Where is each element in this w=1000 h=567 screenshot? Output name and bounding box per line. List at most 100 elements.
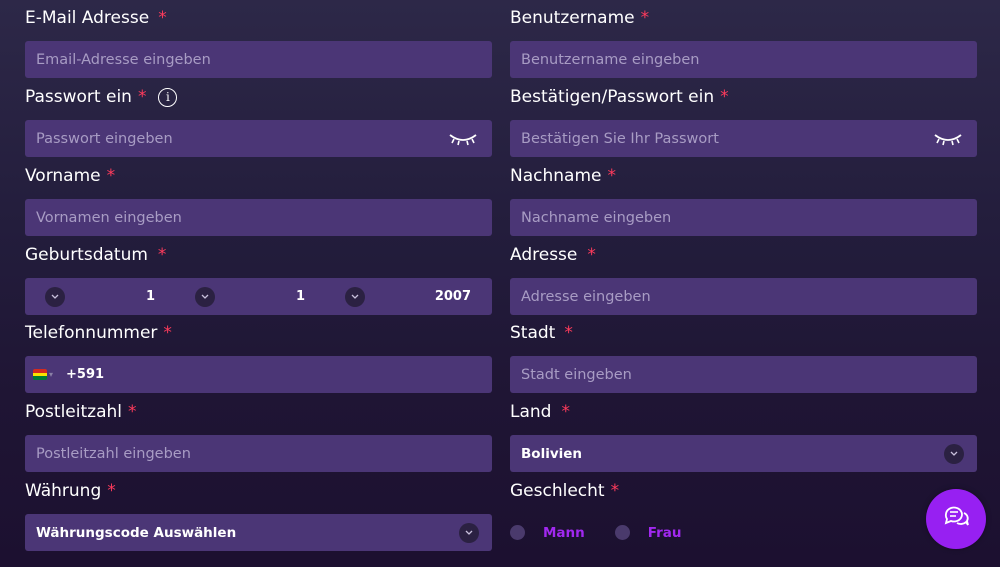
password-placeholder: Passwort eingeben xyxy=(36,130,173,147)
radio-button[interactable] xyxy=(510,525,525,540)
currency-field-group: Währung * Währungscode Auswählen xyxy=(25,480,492,551)
address-label-text: Adresse xyxy=(510,245,578,265)
email-field-group: E-Mail Adresse * Email-Adresse eingeben xyxy=(25,7,492,78)
last-name-input[interactable]: Nachname eingeben xyxy=(510,199,977,236)
last-name-label-text: Nachname xyxy=(510,166,602,186)
username-label-text: Benutzername xyxy=(510,8,635,28)
password-field-group: Passwort ein * i Passwort eingeben xyxy=(25,86,492,157)
required-marker: * xyxy=(137,87,147,107)
phone-field-group: Telefonnummer * ▾ +591 xyxy=(25,322,492,393)
radio-label[interactable]: Frau xyxy=(648,525,682,541)
required-marker: * xyxy=(564,323,573,343)
username-field-group: Benutzername * Benutzername eingeben xyxy=(510,7,977,78)
birthdate-label: Geburtsdatum * xyxy=(25,244,492,266)
postal-code-input[interactable]: Postleitzahl eingeben xyxy=(25,435,492,472)
first-name-label-text: Vorname xyxy=(25,166,101,186)
first-name-input[interactable]: Vornamen eingeben xyxy=(25,199,492,236)
email-placeholder: Email-Adresse eingeben xyxy=(36,51,211,68)
required-marker: * xyxy=(720,87,729,107)
confirm-password-label: Bestätigen/Passwort ein * xyxy=(510,86,977,108)
city-input[interactable]: Stadt eingeben xyxy=(510,356,977,393)
eye-closed-icon[interactable] xyxy=(448,132,478,146)
confirm-password-placeholder: Bestätigen Sie Ihr Passwort xyxy=(521,130,719,147)
required-marker: * xyxy=(163,323,172,343)
chevron-down-icon[interactable] xyxy=(45,286,65,307)
country-value: Bolivien xyxy=(521,445,583,462)
required-marker: * xyxy=(587,245,596,265)
confirm-password-field-group: Bestätigen/Passwort ein * Bestätigen Sie… xyxy=(510,86,977,157)
phone-input[interactable]: ▾ +591 xyxy=(25,356,492,393)
required-marker: * xyxy=(640,8,650,28)
required-marker: * xyxy=(610,481,620,501)
city-label: Stadt * xyxy=(510,322,977,344)
chevron-down-icon[interactable] xyxy=(944,443,964,464)
postal-code-field-group: Postleitzahl * Postleitzahl eingeben xyxy=(25,401,492,472)
gender-radio-group: Mann Frau xyxy=(510,514,977,551)
username-input[interactable]: Benutzername eingeben xyxy=(510,41,977,78)
chevron-down-icon[interactable] xyxy=(345,286,365,307)
day-select[interactable]: 1 xyxy=(25,278,175,315)
address-input[interactable]: Adresse eingeben xyxy=(510,278,977,315)
currency-label-text: Währung xyxy=(25,481,102,501)
password-label: Passwort ein * i xyxy=(25,86,492,108)
country-select[interactable]: Bolivien xyxy=(510,435,977,472)
last-name-placeholder: Nachname eingeben xyxy=(521,209,672,226)
city-placeholder: Stadt eingeben xyxy=(521,366,632,383)
chevron-down-icon[interactable] xyxy=(459,522,479,543)
currency-label: Währung * xyxy=(25,480,492,502)
phone-label-text: Telefonnummer xyxy=(25,323,158,343)
currency-select[interactable]: Währungscode Auswählen xyxy=(25,514,492,551)
required-marker: * xyxy=(157,245,167,265)
phone-label: Telefonnummer * xyxy=(25,322,492,344)
info-icon[interactable]: i xyxy=(158,87,178,107)
gender-option-male[interactable]: Mann xyxy=(510,525,585,541)
year-value: 2007 xyxy=(434,289,471,304)
first-name-placeholder: Vornamen eingeben xyxy=(36,209,182,226)
chevron-down-icon[interactable] xyxy=(195,286,215,307)
year-select[interactable]: 2007 xyxy=(325,278,492,315)
day-value: 1 xyxy=(145,289,155,304)
postal-code-placeholder: Postleitzahl eingeben xyxy=(36,445,191,462)
currency-value: Währungscode Auswählen xyxy=(36,524,237,541)
postal-code-label-text: Postleitzahl xyxy=(25,402,122,422)
first-name-field-group: Vorname * Vornamen eingeben xyxy=(25,165,492,236)
dial-code: +591 xyxy=(66,367,105,382)
flag-stripe-green xyxy=(33,376,47,380)
country-flag-icon[interactable] xyxy=(33,369,47,380)
first-name-label: Vorname * xyxy=(25,165,492,187)
chat-icon xyxy=(942,504,970,534)
address-label: Adresse * xyxy=(510,244,977,266)
last-name-field-group: Nachname * Nachname eingeben xyxy=(510,165,977,236)
postal-code-label: Postleitzahl * xyxy=(25,401,492,423)
caret-down-icon[interactable]: ▾ xyxy=(49,370,53,379)
last-name-label: Nachname * xyxy=(510,165,977,187)
password-input[interactable]: Passwort eingeben xyxy=(25,120,492,157)
birthdate-input: 1 1 2007 xyxy=(25,278,492,315)
email-input[interactable]: Email-Adresse eingeben xyxy=(25,41,492,78)
confirm-password-input[interactable]: Bestätigen Sie Ihr Passwort xyxy=(510,120,977,157)
address-placeholder: Adresse eingeben xyxy=(521,288,651,305)
month-select[interactable]: 1 xyxy=(175,278,325,315)
country-field-group: Land * Bolivien xyxy=(510,401,977,472)
password-label-text: Passwort ein xyxy=(25,87,132,107)
birthdate-field-group: Geburtsdatum * 1 1 2007 xyxy=(25,244,492,315)
month-value: 1 xyxy=(295,289,305,304)
eye-closed-icon[interactable] xyxy=(933,132,963,146)
city-field-group: Stadt * Stadt eingeben xyxy=(510,322,977,393)
username-label: Benutzername * xyxy=(510,7,977,29)
gender-label-text: Geschlecht xyxy=(510,481,605,501)
birthdate-label-text: Geburtsdatum xyxy=(25,245,148,265)
city-label-text: Stadt xyxy=(510,323,556,343)
email-label: E-Mail Adresse * xyxy=(25,7,492,29)
address-field-group: Adresse * Adresse eingeben xyxy=(510,244,977,315)
radio-label[interactable]: Mann xyxy=(543,525,585,541)
country-label: Land * xyxy=(510,401,977,423)
country-label-text: Land xyxy=(510,402,552,422)
radio-button[interactable] xyxy=(614,525,630,540)
chat-button[interactable] xyxy=(926,489,986,549)
required-marker: * xyxy=(127,402,137,422)
required-marker: * xyxy=(158,8,167,28)
gender-option-female[interactable]: Frau xyxy=(614,525,682,541)
required-marker: * xyxy=(561,402,570,422)
confirm-password-label-text: Bestätigen/Passwort ein xyxy=(510,87,715,107)
